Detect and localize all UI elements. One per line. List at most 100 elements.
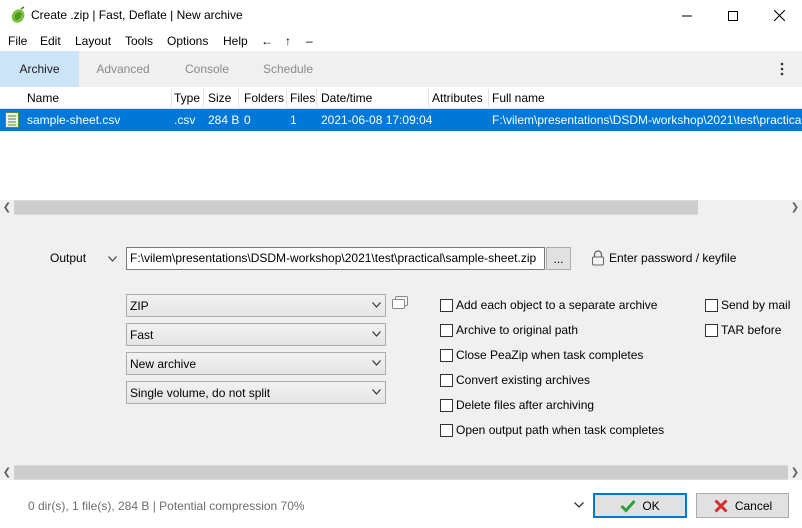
browse-button[interactable]: ...	[546, 247, 571, 270]
close-when-complete-checkbox[interactable]: Close PeaZip when task completes	[440, 348, 643, 362]
convert-archives-checkbox[interactable]: Convert existing archives	[440, 373, 590, 387]
tab-bar: Archive Advanced Console Schedule	[0, 51, 802, 87]
checkbox-box[interactable]	[440, 348, 453, 362]
column-name[interactable]: Name	[27, 91, 59, 105]
file-list-header: Name Type Size Folders Files Date/time A…	[0, 87, 802, 109]
column-type[interactable]: Type	[174, 91, 200, 105]
compression-level-select[interactable]: Fast	[126, 323, 386, 346]
checkbox-label: Close PeaZip when task completes	[456, 348, 644, 362]
file-list-scrollbar[interactable]: ❮ ❯	[0, 200, 802, 215]
tab-archive[interactable]: Archive	[0, 51, 79, 87]
minimize-button[interactable]	[664, 0, 710, 31]
checkbox-box[interactable]	[705, 298, 718, 312]
menu-layout[interactable]: Layout	[75, 34, 111, 48]
checkmark-icon	[620, 499, 636, 513]
checkbox-box[interactable]	[705, 323, 718, 337]
file-list[interactable]: Name Type Size Folders Files Date/time A…	[0, 87, 802, 215]
format-select[interactable]: ZIP	[126, 294, 386, 317]
close-button[interactable]	[756, 0, 802, 31]
status-text: 0 dir(s), 1 file(s), 284 B | Potential c…	[28, 499, 305, 513]
cancel-x-icon	[714, 498, 728, 513]
cell-files: 1	[290, 113, 297, 127]
cancel-button-label: Cancel	[734, 498, 773, 513]
chevron-down-icon	[372, 360, 381, 366]
archive-mode-select[interactable]: New archive	[126, 352, 386, 375]
checkbox-box[interactable]	[440, 398, 453, 412]
back-arrow-icon[interactable]: ←	[261, 34, 273, 48]
chevron-down-icon	[372, 302, 381, 308]
separate-archive-checkbox[interactable]: Add each object to a separate archive	[440, 298, 657, 312]
compression-level-value: Fast	[130, 328, 154, 342]
column-divider	[286, 89, 287, 107]
output-chevron-down-icon[interactable]	[108, 256, 117, 262]
column-folders[interactable]: Folders	[244, 91, 284, 105]
maximize-button[interactable]	[710, 0, 756, 31]
scrollbar-thumb[interactable]	[14, 466, 788, 479]
delete-files-checkbox[interactable]: Delete files after archiving	[440, 398, 594, 412]
column-divider	[238, 89, 239, 107]
menu-edit[interactable]: Edit	[40, 34, 61, 48]
checkbox-box[interactable]	[440, 298, 453, 312]
tar-before-checkbox[interactable]: TAR before	[705, 323, 781, 337]
checkbox-box[interactable]	[440, 373, 453, 387]
chevron-down-icon	[372, 389, 381, 395]
output-path-field[interactable]: F:\vilem\presentations\DSDM-workshop\202…	[126, 247, 545, 270]
split-select-value: Single volume, do not split	[130, 386, 271, 400]
column-divider	[171, 89, 172, 107]
menu-tools[interactable]: Tools	[125, 34, 153, 48]
spreadsheet-file-icon	[5, 112, 19, 128]
ok-button[interactable]: OK	[593, 493, 687, 518]
column-datetime[interactable]: Date/time	[321, 91, 372, 105]
original-path-checkbox[interactable]: Archive to original path	[440, 323, 578, 337]
open-output-checkbox[interactable]: Open output path when task completes	[440, 423, 664, 437]
tab-schedule[interactable]: Schedule	[250, 51, 326, 87]
menu-file[interactable]: File	[8, 34, 27, 48]
checkbox-label: Convert existing archives	[456, 373, 591, 387]
split-select[interactable]: Single volume, do not split	[126, 381, 386, 404]
scrollbar-track[interactable]	[698, 200, 788, 215]
up-arrow-icon[interactable]: ↑	[285, 34, 291, 48]
output-label: Output	[50, 251, 87, 265]
column-files[interactable]: Files	[290, 91, 315, 105]
tab-console[interactable]: Console	[168, 51, 246, 87]
window-title: Create .zip | Fast, Deflate | New archiv…	[31, 8, 243, 22]
dash-icon[interactable]: –	[306, 34, 313, 48]
checkbox-box[interactable]	[440, 323, 453, 337]
archive-mode-value: New archive	[130, 357, 197, 371]
column-fullname[interactable]: Full name	[492, 91, 545, 105]
cancel-button[interactable]: Cancel	[696, 493, 789, 518]
tab-advanced[interactable]: Advanced	[82, 51, 164, 87]
menu-help[interactable]: Help	[223, 34, 248, 48]
enter-password-link[interactable]: Enter password / keyfile	[609, 251, 736, 265]
chevron-down-icon	[372, 331, 381, 337]
column-attributes[interactable]: Attributes	[432, 91, 483, 105]
checkbox-label: Archive to original path	[456, 323, 579, 337]
close-icon	[773, 10, 785, 21]
send-by-mail-checkbox[interactable]: Send by mail	[705, 298, 790, 312]
checkbox-label: TAR before	[721, 323, 782, 337]
column-size[interactable]: Size	[208, 91, 231, 105]
scroll-left-icon[interactable]: ❮	[0, 465, 14, 480]
scroll-right-icon[interactable]: ❯	[788, 200, 802, 215]
more-options-icon[interactable]	[770, 60, 794, 78]
chevron-down-icon	[574, 502, 584, 508]
checkbox-label: Send by mail	[721, 298, 791, 312]
checkbox-label: Add each object to a separate archive	[456, 298, 658, 312]
scroll-right-icon[interactable]: ❯	[788, 465, 802, 480]
column-divider	[316, 89, 317, 107]
cell-fullname: F:\vilem\presentations\DSDM-workshop\202…	[492, 113, 802, 127]
comment-icon[interactable]	[392, 296, 408, 310]
menu-options[interactable]: Options	[167, 34, 208, 48]
cell-name: sample-sheet.csv	[27, 113, 121, 127]
table-row[interactable]: sample-sheet.csv .csv 284 B 0 1 2021-06-…	[0, 109, 802, 131]
column-divider	[428, 89, 429, 107]
scrollbar-thumb[interactable]	[14, 201, 698, 214]
lock-icon[interactable]	[591, 250, 605, 266]
column-divider	[488, 89, 489, 107]
checkbox-box[interactable]	[440, 423, 453, 437]
title-bar: Create .zip | Fast, Deflate | New archiv…	[0, 0, 802, 31]
status-expand-button[interactable]	[572, 498, 586, 512]
scroll-left-icon[interactable]: ❮	[0, 200, 14, 215]
options-scrollbar[interactable]: ❮ ❯	[0, 465, 802, 480]
cell-size: 284 B	[208, 113, 240, 127]
